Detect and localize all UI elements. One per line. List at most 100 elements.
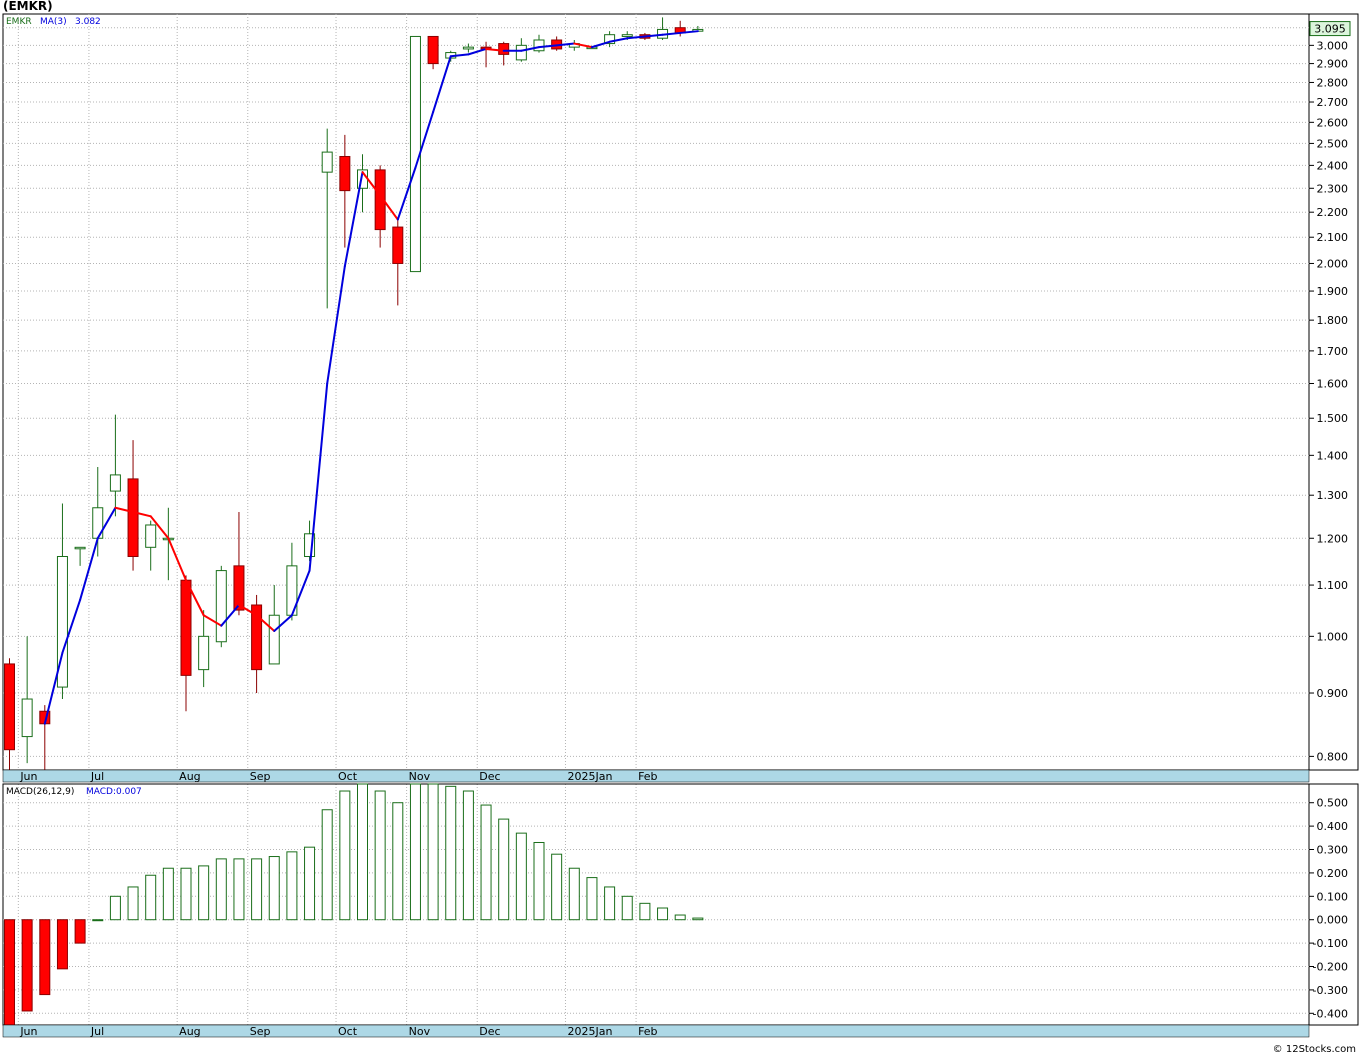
macd-tick-label: 0.500 bbox=[1317, 797, 1349, 810]
price-tick-label: 1.000 bbox=[1317, 630, 1349, 643]
macd-bar-positive bbox=[674, 914, 686, 921]
macd-bar-positive bbox=[374, 790, 386, 921]
price-tick-label: 1.400 bbox=[1317, 449, 1349, 462]
price-legend-ma-value: 3.082 bbox=[75, 17, 101, 27]
macd-month-label: Sep bbox=[250, 1025, 271, 1038]
candle-body-up bbox=[198, 635, 210, 671]
price-tick-label: 2.000 bbox=[1317, 257, 1349, 270]
candle-body-down bbox=[233, 565, 245, 611]
price-tick-label: 1.500 bbox=[1317, 412, 1349, 425]
macd-month-label: Jul bbox=[90, 1025, 104, 1038]
macd-bar-positive bbox=[357, 783, 368, 921]
price-tick-label: 2.300 bbox=[1317, 182, 1349, 195]
price-tick-label: 2.600 bbox=[1317, 116, 1349, 129]
macd-month-label: Dec bbox=[479, 1025, 500, 1038]
macd-month-label: Jun bbox=[19, 1025, 37, 1038]
macd-legend-label: MACD(26,12,9) bbox=[6, 787, 74, 797]
candle-body-up bbox=[533, 39, 545, 52]
candle-body-up bbox=[321, 151, 333, 173]
candle-body-down bbox=[498, 43, 510, 55]
price-month-label: Sep bbox=[250, 770, 271, 783]
macd-legend-value: MACD:0.007 bbox=[86, 787, 142, 797]
macd-tick-label: 0.300 bbox=[1317, 844, 1349, 857]
candle-body-down bbox=[127, 478, 139, 557]
macd-bar-negative bbox=[74, 919, 86, 944]
macd-bar-positive bbox=[533, 841, 545, 921]
price-tick-label: 2.100 bbox=[1317, 231, 1349, 244]
macd-bar-positive bbox=[409, 783, 421, 921]
macd-bar-positive bbox=[515, 832, 527, 921]
macd-bar-positive bbox=[339, 790, 351, 921]
price-month-label: Nov bbox=[409, 770, 431, 783]
macd-panel: -0.400 -0.300 -0.200 -0.100 0.000 0.100 0.200 0… bbox=[2, 783, 1359, 1038]
macd-bar-positive bbox=[639, 902, 651, 921]
macd-bar-positive bbox=[162, 867, 174, 921]
price-month-label: Aug bbox=[179, 770, 200, 783]
macd-bar-positive bbox=[427, 783, 439, 921]
macd-bar-positive bbox=[233, 858, 245, 921]
price-tick-label: 2.800 bbox=[1317, 76, 1349, 89]
macd-month-label: Nov bbox=[409, 1025, 431, 1038]
macd-tick-label: 0.000 bbox=[1317, 914, 1349, 927]
candle-body-down bbox=[339, 155, 351, 192]
macd-bar-positive bbox=[268, 856, 280, 921]
price-tick-label: 1.900 bbox=[1317, 285, 1349, 298]
price-month-label: Jun bbox=[19, 770, 37, 783]
price-legend-ma-label: MA(3) bbox=[40, 17, 67, 27]
macd-bar-negative bbox=[4, 919, 15, 1026]
candle-body-up bbox=[21, 698, 33, 738]
macd-bar-positive bbox=[180, 867, 192, 921]
price-month-label: Feb bbox=[638, 770, 657, 783]
macd-bar-positive bbox=[657, 907, 669, 921]
price-tick-label: 2.900 bbox=[1317, 58, 1349, 71]
price-tick-label: 1.700 bbox=[1317, 345, 1349, 358]
macd-bar-positive bbox=[304, 846, 316, 921]
candle-body-up bbox=[145, 524, 157, 548]
macd-tick-label: -0.300 bbox=[1313, 984, 1348, 997]
macd-bar-positive bbox=[568, 867, 580, 921]
footer-credit: © 12Stocks.com bbox=[1272, 1044, 1356, 1055]
price-month-label: Oct bbox=[338, 770, 358, 783]
macd-bar-negative bbox=[56, 919, 68, 970]
stock-chart: 0.800 0.900 1.000 1.100 1.200 1.300 1.400 1.500… bbox=[2, 13, 1359, 1038]
price-tick-label: 1.300 bbox=[1317, 489, 1349, 502]
macd-bar-positive bbox=[586, 877, 598, 921]
macd-bar-positive bbox=[692, 917, 704, 921]
macd-bar-positive bbox=[621, 895, 633, 921]
macd-bar-positive bbox=[145, 874, 157, 921]
price-tick-label: 3.000 bbox=[1317, 39, 1349, 52]
candle-body-up bbox=[621, 34, 633, 37]
macd-bar-positive bbox=[498, 818, 510, 921]
macd-bar-positive bbox=[321, 809, 333, 921]
price-tick-label: 0.900 bbox=[1317, 687, 1349, 700]
macd-bar-positive bbox=[251, 858, 263, 921]
macd-bar-positive bbox=[92, 919, 104, 922]
macd-month-label: Oct bbox=[338, 1025, 358, 1038]
macd-tick-label: 0.200 bbox=[1317, 867, 1349, 880]
price-tick-label: 2.500 bbox=[1317, 137, 1349, 150]
macd-tick-label: -0.200 bbox=[1313, 961, 1348, 974]
candle-body-up bbox=[74, 546, 86, 550]
candle-body-down bbox=[427, 35, 439, 65]
macd-month-label: Aug bbox=[179, 1025, 200, 1038]
macd-bar-positive bbox=[127, 886, 139, 921]
candle-body-up bbox=[462, 46, 474, 50]
price-month-label: Jul bbox=[90, 770, 104, 783]
candle-body-up bbox=[215, 570, 227, 643]
candle-body-up bbox=[109, 474, 121, 492]
macd-bar-positive bbox=[445, 785, 457, 921]
price-tick-label: 2.200 bbox=[1317, 206, 1349, 219]
macd-bar-positive bbox=[215, 858, 227, 921]
macd-month-label: Feb bbox=[638, 1025, 657, 1038]
macd-tick-label: 0.100 bbox=[1317, 890, 1349, 903]
price-tick-label: 2.400 bbox=[1317, 159, 1349, 172]
price-legend-symbol: EMKR bbox=[6, 17, 32, 27]
price-month-label: 2025Jan bbox=[567, 770, 612, 783]
macd-bar-positive bbox=[551, 853, 563, 921]
candle-body-down bbox=[4, 663, 15, 751]
candle-body-down bbox=[180, 579, 192, 676]
price-tick-label: 1.200 bbox=[1317, 532, 1349, 545]
candle-body-up bbox=[515, 44, 527, 61]
macd-bar-positive bbox=[286, 851, 298, 921]
macd-tick-label: 0.400 bbox=[1317, 820, 1349, 833]
